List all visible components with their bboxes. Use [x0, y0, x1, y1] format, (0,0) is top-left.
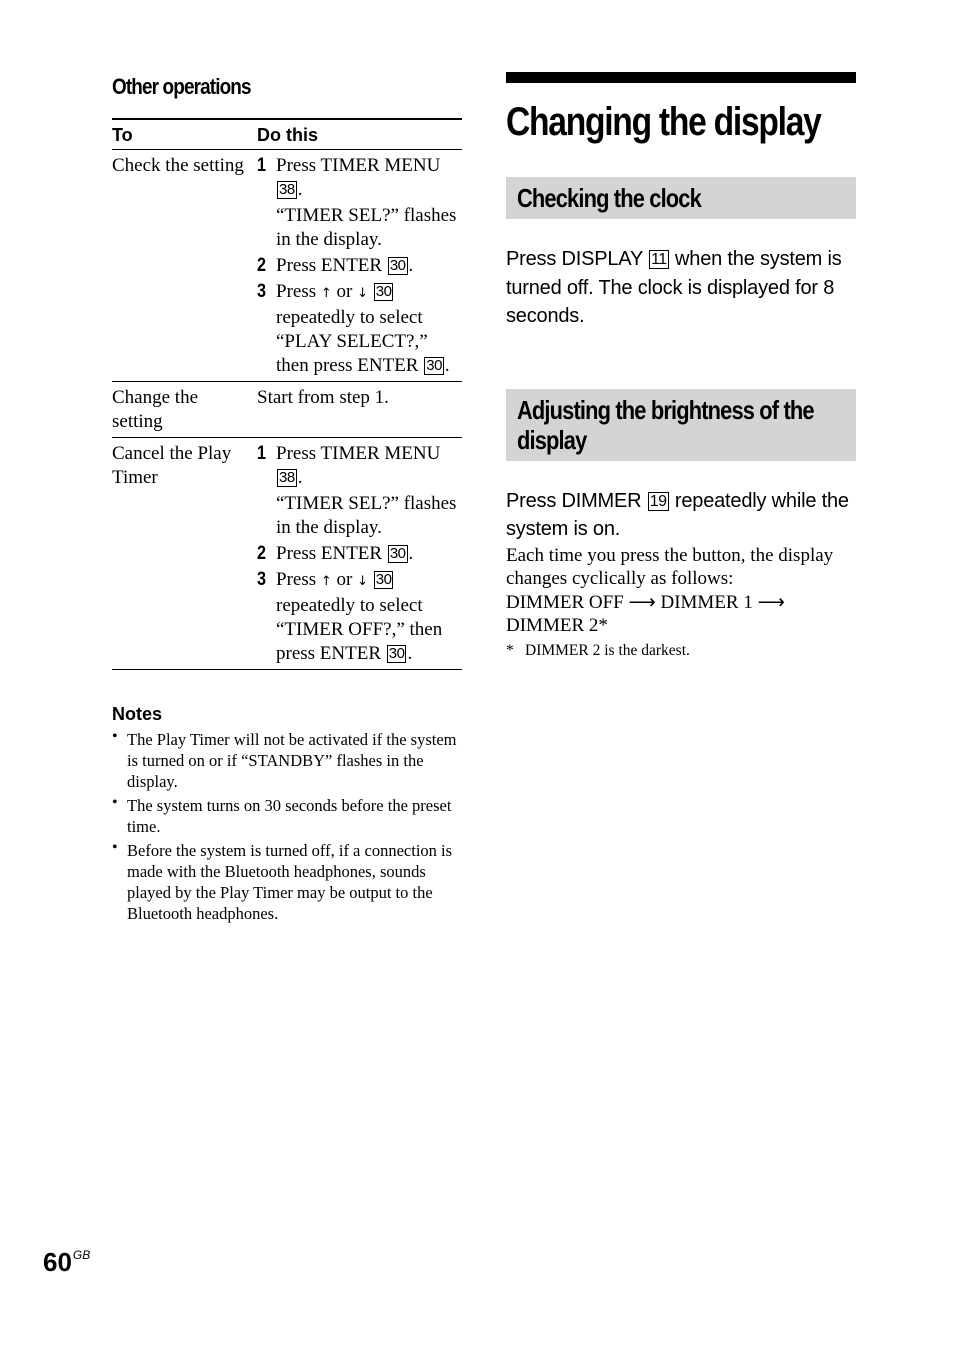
table-row: Check the setting 1 Press TIMER MENU 38.…	[112, 149, 462, 382]
bullet-icon: •	[112, 728, 118, 745]
button-ref-box: 38	[277, 469, 297, 487]
step-text: repeatedly to select “TIMER OFF?,” then …	[276, 595, 443, 664]
section-heading-band: Checking the clock	[506, 177, 856, 219]
footnote-marker: *	[506, 641, 514, 659]
bullet-icon: •	[112, 794, 118, 811]
table-header-row: To Do this	[112, 118, 462, 150]
left-column: Other operations To Do this Check the se…	[112, 70, 462, 927]
row-to-cell: Check the setting	[112, 149, 257, 382]
up-arrow-icon: ↑	[320, 286, 332, 301]
step: 2 Press ENTER 30.	[257, 254, 462, 278]
button-ref-box: 19	[647, 491, 669, 511]
table-row: Cancel the Play Timer 1 Press TIMER MENU…	[112, 437, 462, 670]
note-text: The system turns on 30 seconds before th…	[127, 796, 452, 836]
button-ref-box: 30	[387, 545, 408, 563]
row-to-cell: Change the setting	[112, 381, 257, 438]
step-text: or	[336, 569, 353, 590]
note-text: Before the system is turned off, if a co…	[127, 841, 453, 923]
dimmer-state: DIMMER 2*	[506, 615, 608, 636]
dimmer-instruction: Press DIMMER 19 repeatedly while the sys…	[506, 487, 856, 544]
step-text: Press TIMER MENU	[276, 443, 441, 464]
bullet-icon: •	[112, 839, 118, 856]
lead-text: Press DIMMER	[506, 489, 642, 512]
step: 3 Press ↑ or ↓ 30 repeatedly to select “…	[257, 280, 462, 378]
button-ref-box: 11	[649, 250, 669, 269]
right-arrow-icon: ⟶	[628, 591, 656, 613]
header-to: To	[112, 118, 257, 150]
section-heading-band: Adjusting the brightness of the display	[506, 388, 856, 461]
dimmer-description: Each time you press the button, the disp…	[506, 544, 856, 638]
notes-title: Notes	[112, 704, 163, 724]
step-text: Press	[276, 569, 317, 590]
step: 3 Press ↑ or ↓ 30 repeatedly to select “…	[257, 568, 462, 666]
note-item: • Before the system is turned off, if a c…	[112, 839, 462, 924]
step-punct: .	[444, 355, 450, 376]
step-number: 2	[257, 255, 266, 276]
step-punct: .	[297, 467, 303, 488]
header-do-this: Do this	[257, 118, 462, 150]
table-row: Change the setting Start from step 1.	[112, 381, 462, 438]
step-text: Press ENTER	[276, 255, 383, 276]
note-item: • The Play Timer will not be activated if…	[112, 728, 462, 792]
step: 2 Press ENTER 30.	[257, 542, 462, 566]
step-punct: .	[408, 543, 414, 564]
step-number: 3	[257, 281, 266, 302]
note-item: • The system turns on 30 seconds before t…	[112, 794, 462, 837]
brightness-heading: Adjusting the brightness of the display	[517, 394, 815, 455]
step-punct: .	[408, 255, 414, 276]
right-column: Changing the display Checking the clock …	[506, 72, 856, 661]
notes-section: Notes • The Play Timer will not be activa…	[112, 704, 462, 924]
down-arrow-icon: ↓	[357, 286, 369, 301]
step-text: Press	[276, 281, 317, 302]
checking-clock-heading: Checking the clock	[517, 183, 702, 213]
step-number: 1	[257, 155, 266, 176]
step-text: or	[336, 281, 353, 302]
footnote: * DIMMER 2 is the darkest.	[506, 641, 856, 661]
section-rule	[506, 72, 856, 83]
step-punct: .	[407, 643, 413, 664]
lead-text: Press DISPLAY	[506, 248, 643, 270]
step-text: repeatedly to select “PLAY SELECT?,” the…	[276, 307, 428, 376]
row-do-cell: 1 Press TIMER MENU 38. “TIMER SEL?” flas…	[257, 149, 462, 382]
other-operations-heading: Other operations	[112, 74, 252, 99]
step-number: 1	[257, 443, 266, 464]
step: 1 Press TIMER MENU 38. “TIMER SEL?” flas…	[257, 154, 462, 252]
note-text: The Play Timer will not be activated if …	[127, 730, 457, 791]
step-text: “TIMER SEL?” flashes in the display.	[276, 205, 457, 250]
clock-instruction: Press DISPLAY 11 when the system is turn…	[506, 245, 856, 331]
body-text: Each time you press the button, the disp…	[506, 544, 834, 590]
dimmer-state: DIMMER 1	[660, 591, 753, 613]
page-title: Changing the display	[506, 100, 822, 144]
page-number: 60GB	[43, 1247, 90, 1278]
row-to-cell: Cancel the Play Timer	[112, 437, 257, 670]
step: 1 Press TIMER MENU 38. “TIMER SEL?” flas…	[257, 442, 462, 540]
step-number: 2	[257, 543, 266, 564]
notes-list: • The Play Timer will not be activated if…	[112, 728, 462, 924]
button-ref-box: 30	[373, 571, 394, 589]
dimmer-state: DIMMER OFF	[506, 591, 624, 613]
step-text: “TIMER SEL?” flashes in the display.	[276, 493, 457, 538]
button-ref-box: 30	[424, 357, 444, 375]
button-ref-box: 30	[387, 257, 408, 275]
step-text: Press TIMER MENU	[276, 155, 441, 176]
up-arrow-icon: ↑	[320, 574, 332, 589]
region-code: GB	[72, 1248, 91, 1262]
row-do-cell: Start from step 1.	[257, 381, 462, 438]
right-arrow-icon: ⟶	[757, 591, 785, 613]
row-do-cell: 1 Press TIMER MENU 38. “TIMER SEL?” flas…	[257, 437, 462, 670]
page-number-value: 60	[43, 1247, 72, 1277]
step-text: Press ENTER	[276, 543, 383, 564]
step-number: 3	[257, 569, 266, 590]
footnote-text: DIMMER 2 is the darkest.	[525, 641, 690, 659]
button-ref-box: 38	[277, 181, 297, 199]
step-punct: .	[297, 179, 303, 200]
button-ref-box: 30	[386, 645, 407, 663]
down-arrow-icon: ↓	[357, 574, 369, 589]
button-ref-box: 30	[373, 283, 394, 301]
operations-table: To Do this Check the setting 1 Press TIM…	[112, 118, 462, 670]
